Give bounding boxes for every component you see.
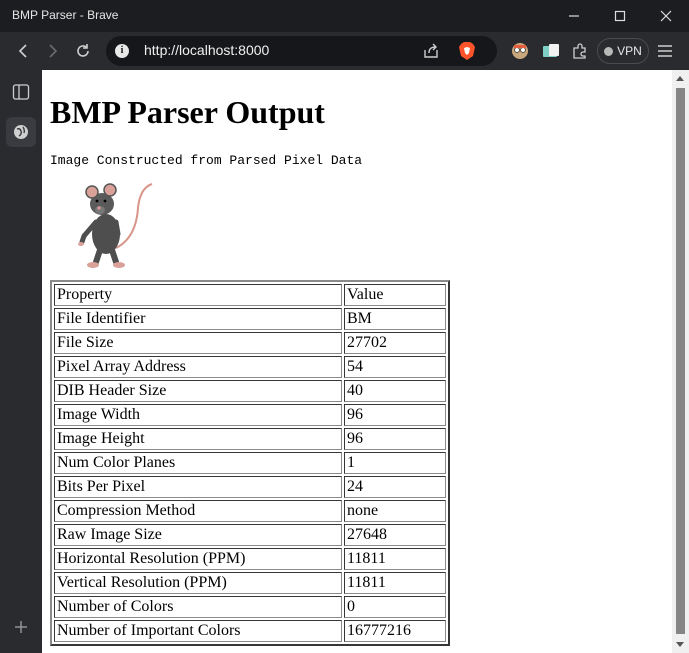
property-cell: Num Color Planes xyxy=(54,452,342,474)
property-cell: Compression Method xyxy=(54,500,342,522)
header-value: Value xyxy=(344,284,446,306)
value-cell: BM xyxy=(344,308,446,330)
window-title: BMP Parser - Brave xyxy=(12,8,119,22)
table-row: Raw Image Size 27648 xyxy=(54,524,446,546)
vpn-button[interactable]: VPN xyxy=(597,38,649,64)
table-row: Bits Per Pixel 24 xyxy=(54,476,446,498)
value-cell: 27648 xyxy=(344,524,446,546)
maximize-icon xyxy=(614,10,626,22)
close-button[interactable] xyxy=(643,0,689,32)
table-row: Image Width 96 xyxy=(54,404,446,426)
page-scrollbar[interactable] xyxy=(672,70,689,653)
scroll-up-arrow-icon[interactable] xyxy=(676,76,684,81)
property-cell: Image Height xyxy=(54,428,342,450)
property-cell: Horizontal Resolution (PPM) xyxy=(54,548,342,570)
wallet-icon[interactable] xyxy=(541,41,561,61)
reload-button[interactable] xyxy=(70,38,96,64)
value-cell: 0 xyxy=(344,596,446,618)
url-text[interactable]: http://localhost:8000 xyxy=(144,42,269,58)
profile-icon[interactable] xyxy=(510,41,530,61)
sidebar-toggle-button[interactable] xyxy=(6,77,36,107)
property-cell: Bits Per Pixel xyxy=(54,476,342,498)
address-bar[interactable]: i http://localhost:8000 xyxy=(106,36,497,66)
share-icon[interactable] xyxy=(422,42,440,60)
table-row: File Identifier BM xyxy=(54,308,446,330)
value-cell: 1 xyxy=(344,452,446,474)
table-row: Number of Colors 0 xyxy=(54,596,446,618)
property-cell: Vertical Resolution (PPM) xyxy=(54,572,342,594)
property-cell: Number of Colors xyxy=(54,596,342,618)
sidebar-add-button[interactable] xyxy=(6,612,36,642)
vpn-label: VPN xyxy=(617,44,642,58)
reload-icon xyxy=(77,44,89,57)
rat-image xyxy=(78,183,153,268)
value-cell: none xyxy=(344,500,446,522)
property-cell: Image Width xyxy=(54,404,342,426)
value-cell: 96 xyxy=(344,428,446,450)
sidebar-panel-icon xyxy=(12,84,30,100)
page-subtitle: Image Constructed from Parsed Pixel Data xyxy=(50,153,363,168)
minimize-button[interactable] xyxy=(551,0,597,32)
value-cell: 40 xyxy=(344,380,446,402)
header-property: Property xyxy=(54,284,342,306)
table-row: Number of Important Colors 16777216 xyxy=(54,620,446,642)
browser-toolbar: i http://localhost:8000 VPN xyxy=(0,32,689,70)
property-cell: DIB Header Size xyxy=(54,380,342,402)
globe-icon xyxy=(14,125,28,139)
table-row: Pixel Array Address 54 xyxy=(54,356,446,378)
value-cell: 96 xyxy=(344,404,446,426)
property-cell: Pixel Array Address xyxy=(54,356,342,378)
value-cell: 27702 xyxy=(344,332,446,354)
property-cell: Number of Important Colors xyxy=(54,620,342,642)
browser-sidebar xyxy=(0,70,42,653)
value-cell: 54 xyxy=(344,356,446,378)
property-cell: File Identifier xyxy=(54,308,342,330)
property-cell: Raw Image Size xyxy=(54,524,342,546)
page-viewport: BMP Parser Output Image Constructed from… xyxy=(42,70,672,653)
value-cell: 11811 xyxy=(344,572,446,594)
table-header-row: Property Value xyxy=(54,284,446,306)
extensions-icon[interactable] xyxy=(570,41,590,61)
table-row: File Size 27702 xyxy=(54,332,446,354)
forward-icon xyxy=(49,44,58,58)
brave-shields-icon[interactable] xyxy=(458,41,476,61)
scroll-down-arrow-icon[interactable] xyxy=(676,642,684,647)
close-icon xyxy=(660,10,672,22)
vpn-status-icon xyxy=(604,46,614,56)
value-cell: 16777216 xyxy=(344,620,446,642)
sidebar-item-web[interactable] xyxy=(6,117,36,147)
table-row: DIB Header Size 40 xyxy=(54,380,446,402)
table-row: Horizontal Resolution (PPM) 11811 xyxy=(54,548,446,570)
scrollbar-thumb[interactable] xyxy=(676,88,685,634)
value-cell: 11811 xyxy=(344,548,446,570)
back-button[interactable] xyxy=(10,38,36,64)
value-cell: 24 xyxy=(344,476,446,498)
properties-table: Property Value File Identifier BM File Siz… xyxy=(50,280,450,646)
forward-button[interactable] xyxy=(40,38,66,64)
table-row: Vertical Resolution (PPM) 11811 xyxy=(54,572,446,594)
back-icon xyxy=(18,44,27,58)
table-row: Image Height 96 xyxy=(54,428,446,450)
site-info-icon[interactable]: i xyxy=(115,44,129,58)
table-row: Num Color Planes 1 xyxy=(54,452,446,474)
title-bar: BMP Parser - Brave xyxy=(0,0,689,32)
add-icon xyxy=(15,621,27,633)
menu-icon[interactable] xyxy=(656,42,674,60)
minimize-icon xyxy=(569,15,579,17)
maximize-button[interactable] xyxy=(597,0,643,32)
property-cell: File Size xyxy=(54,332,342,354)
page-title: BMP Parser Output xyxy=(50,94,325,130)
table-row: Compression Method none xyxy=(54,500,446,522)
